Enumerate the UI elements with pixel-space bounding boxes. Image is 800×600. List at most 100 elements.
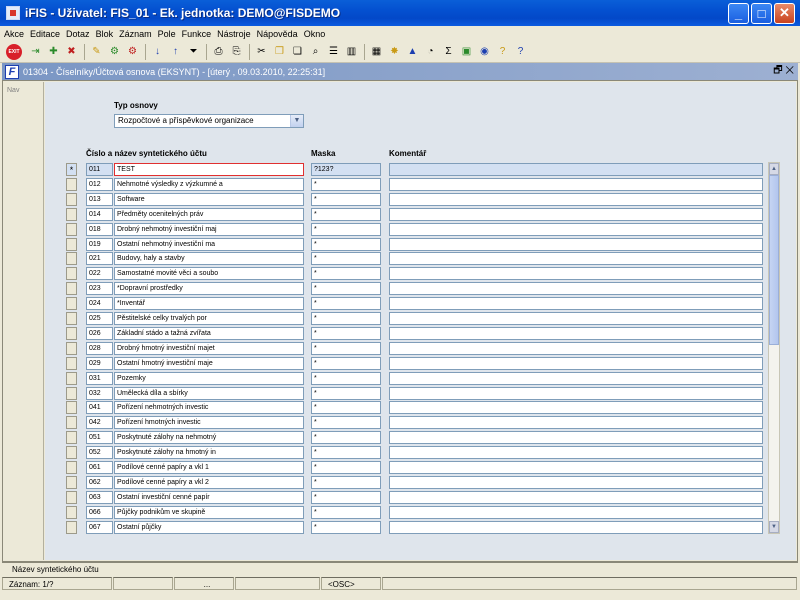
account-name-field[interactable]: Podílové cenné papíry a vkl 1: [114, 461, 304, 474]
menu-pole[interactable]: Pole: [158, 29, 176, 39]
row-selector[interactable]: [66, 342, 77, 355]
row-selector[interactable]: [66, 491, 77, 504]
help-user-icon[interactable]: ?: [495, 44, 510, 59]
row-selector[interactable]: [66, 282, 77, 295]
row-selector[interactable]: [66, 223, 77, 236]
comment-field[interactable]: [389, 387, 763, 400]
comment-field[interactable]: [389, 342, 763, 355]
mask-field[interactable]: *: [311, 252, 381, 265]
clock-icon[interactable]: ◔: [423, 44, 438, 59]
comment-field[interactable]: [389, 163, 763, 176]
comment-field[interactable]: [389, 223, 763, 236]
account-name-field[interactable]: Drobný nehmotný investiční maj: [114, 223, 304, 236]
account-code-field[interactable]: 066: [86, 506, 113, 519]
vertical-scrollbar[interactable]: ▲ ▼: [768, 162, 780, 534]
insert-record-icon[interactable]: ✚: [46, 44, 61, 59]
mask-field[interactable]: *: [311, 521, 381, 534]
query-enter-icon[interactable]: ✎: [89, 44, 104, 59]
account-name-field[interactable]: Základní stádo a tažná zvířata: [114, 327, 304, 340]
mountain-icon[interactable]: ▲: [405, 44, 420, 59]
account-code-field[interactable]: 052: [86, 446, 113, 459]
row-selector[interactable]: [66, 297, 77, 310]
comment-field[interactable]: [389, 282, 763, 295]
account-name-field[interactable]: TEST: [114, 163, 304, 176]
list-icon[interactable]: ☰: [326, 44, 341, 59]
account-name-field[interactable]: Budovy, haly a stavby: [114, 252, 304, 265]
account-name-field[interactable]: Ostatní půjčky: [114, 521, 304, 534]
minimize-button[interactable]: _: [728, 2, 749, 24]
row-selector[interactable]: [66, 193, 77, 206]
account-code-field[interactable]: 029: [86, 357, 113, 370]
cut-icon[interactable]: ✂: [254, 44, 269, 59]
comment-field[interactable]: [389, 238, 763, 251]
scroll-down-icon[interactable]: ▼: [769, 521, 779, 533]
row-selector[interactable]: [66, 521, 77, 534]
comment-field[interactable]: [389, 312, 763, 325]
account-code-field[interactable]: 041: [86, 401, 113, 414]
sort-asc-icon[interactable]: ↓: [150, 44, 165, 59]
menu-editace[interactable]: Editace: [30, 29, 60, 39]
account-name-field[interactable]: Ostatní nehmotný investiční ma: [114, 238, 304, 251]
account-code-field[interactable]: 051: [86, 431, 113, 444]
search-icon[interactable]: ⌕: [308, 44, 323, 59]
account-code-field[interactable]: 011: [86, 163, 113, 176]
nav-label[interactable]: Nav: [7, 87, 19, 94]
account-name-field[interactable]: Nehmotné výsledky z výzkumné a: [114, 178, 304, 191]
account-name-field[interactable]: Umělecká díla a sbírky: [114, 387, 304, 400]
comment-field[interactable]: [389, 431, 763, 444]
row-selector[interactable]: [66, 416, 77, 429]
mask-field[interactable]: *: [311, 312, 381, 325]
account-name-field[interactable]: Pozemky: [114, 372, 304, 385]
row-selector[interactable]: [66, 476, 77, 489]
menu-nastroje[interactable]: Nástroje: [217, 29, 251, 39]
filter-icon[interactable]: ⏷: [186, 44, 201, 59]
mask-field[interactable]: *: [311, 476, 381, 489]
row-selector[interactable]: [66, 267, 77, 280]
row-selector[interactable]: [66, 178, 77, 191]
account-code-field[interactable]: 062: [86, 476, 113, 489]
menu-napoveda[interactable]: Nápověda: [257, 29, 298, 39]
account-name-field[interactable]: *Inventář: [114, 297, 304, 310]
account-code-field[interactable]: 012: [86, 178, 113, 191]
comment-field[interactable]: [389, 521, 763, 534]
account-code-field[interactable]: 025: [86, 312, 113, 325]
row-selector[interactable]: [66, 252, 77, 265]
exit-button[interactable]: EXIT: [6, 43, 22, 60]
account-name-field[interactable]: Ostatní hmotný investiční maje: [114, 357, 304, 370]
account-name-field[interactable]: Podílové cenné papíry a vkl 2: [114, 476, 304, 489]
row-selector[interactable]: [66, 357, 77, 370]
account-name-field[interactable]: Poskytnuté zálohy na nehmotný: [114, 431, 304, 444]
menu-funkce[interactable]: Funkce: [182, 29, 212, 39]
row-selector[interactable]: [66, 401, 77, 414]
row-selector[interactable]: [66, 431, 77, 444]
comment-field[interactable]: [389, 208, 763, 221]
comment-field[interactable]: [389, 267, 763, 280]
account-code-field[interactable]: 019: [86, 238, 113, 251]
comment-field[interactable]: [389, 491, 763, 504]
comment-field[interactable]: [389, 476, 763, 489]
mask-field[interactable]: *: [311, 282, 381, 295]
query-execute-icon[interactable]: ⚙: [107, 44, 122, 59]
comment-field[interactable]: [389, 252, 763, 265]
row-selector[interactable]: *: [66, 163, 77, 176]
mask-field[interactable]: *: [311, 327, 381, 340]
calculator-icon[interactable]: ▦: [369, 44, 384, 59]
mask-field[interactable]: *: [311, 431, 381, 444]
mask-field[interactable]: *: [311, 416, 381, 429]
account-name-field[interactable]: *Dopravní prostředky: [114, 282, 304, 295]
maximize-button[interactable]: □: [751, 2, 772, 24]
comment-field[interactable]: [389, 193, 763, 206]
sum-icon[interactable]: Σ: [441, 44, 456, 59]
mask-field[interactable]: *: [311, 193, 381, 206]
account-name-field[interactable]: Samostatné movité věci a soubo: [114, 267, 304, 280]
mask-field[interactable]: *: [311, 446, 381, 459]
account-code-field[interactable]: 042: [86, 416, 113, 429]
sort-desc-icon[interactable]: ↑: [168, 44, 183, 59]
account-name-field[interactable]: Pořízení nehmotných investic: [114, 401, 304, 414]
row-selector[interactable]: [66, 506, 77, 519]
comment-field[interactable]: [389, 506, 763, 519]
account-code-field[interactable]: 026: [86, 327, 113, 340]
mask-field[interactable]: *: [311, 267, 381, 280]
comment-field[interactable]: [389, 401, 763, 414]
row-selector[interactable]: [66, 446, 77, 459]
